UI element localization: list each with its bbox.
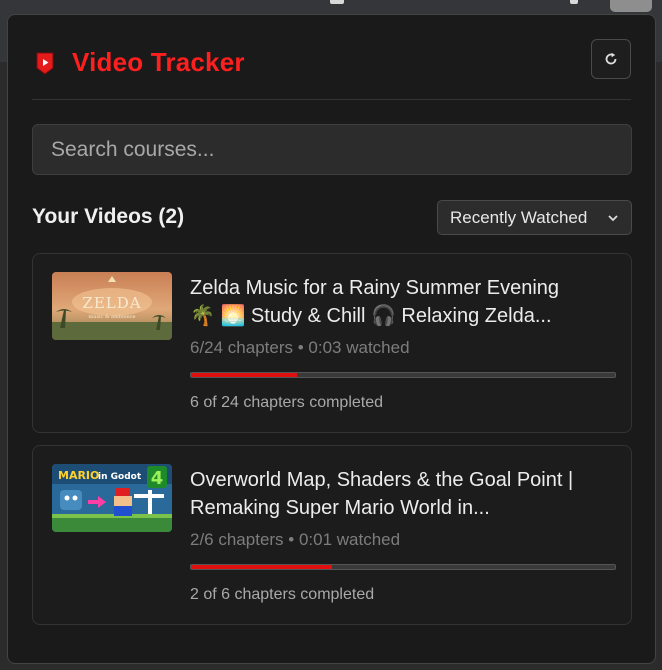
extension-popup: Video Tracker Your Videos (2) Recently W… <box>7 14 656 664</box>
chapters-completed: 2 of 6 chapters completed <box>190 586 375 603</box>
progress-bar <box>190 564 616 570</box>
video-title[interactable]: Overworld Map, Shaders & the Goal Point … <box>190 466 580 522</box>
video-thumbnail: MARIO in Godot 4 <box>52 464 172 532</box>
toolbar-fragment <box>330 0 344 4</box>
video-thumbnail: ZELDA music & ambience <box>52 272 172 340</box>
thumb-title: ZELDA <box>82 294 141 312</box>
videos-heading: Your Videos (2) <box>32 205 185 228</box>
thumb-title: MARIO <box>58 469 99 482</box>
progress-fill <box>191 373 297 377</box>
thumb-episode-number: 4 <box>151 468 164 489</box>
video-tracker-logo-icon <box>36 52 54 75</box>
popup-header: Video Tracker <box>32 39 631 100</box>
video-card[interactable]: ZELDA music & ambience Zelda Music for a… <box>32 253 632 433</box>
toolbar-fragment <box>570 0 578 4</box>
refresh-button[interactable] <box>591 39 631 79</box>
chevron-down-icon <box>608 214 618 221</box>
thumb-subtitle: in Godot <box>98 472 142 482</box>
progress-fill <box>191 565 333 569</box>
extension-button[interactable] <box>610 0 652 12</box>
thumb-subtitle: music & ambience <box>88 314 135 320</box>
chapters-completed: 6 of 24 chapters completed <box>190 394 384 411</box>
video-card[interactable]: MARIO in Godot 4 Overworld Map, Shaders … <box>32 445 632 625</box>
search-input[interactable] <box>32 124 632 175</box>
app-title: Video Tracker <box>72 47 245 77</box>
video-meta: 2/6 chapters • 0:01 watched <box>190 530 401 549</box>
video-meta: 6/24 chapters • 0:03 watched <box>190 338 410 357</box>
progress-bar <box>190 372 616 378</box>
sort-select[interactable]: Recently Watched <box>437 200 632 235</box>
refresh-icon <box>605 52 617 65</box>
sort-selected-label: Recently Watched <box>450 207 588 227</box>
video-title[interactable]: Zelda Music for a Rainy Summer Evening 🌴… <box>190 274 580 330</box>
